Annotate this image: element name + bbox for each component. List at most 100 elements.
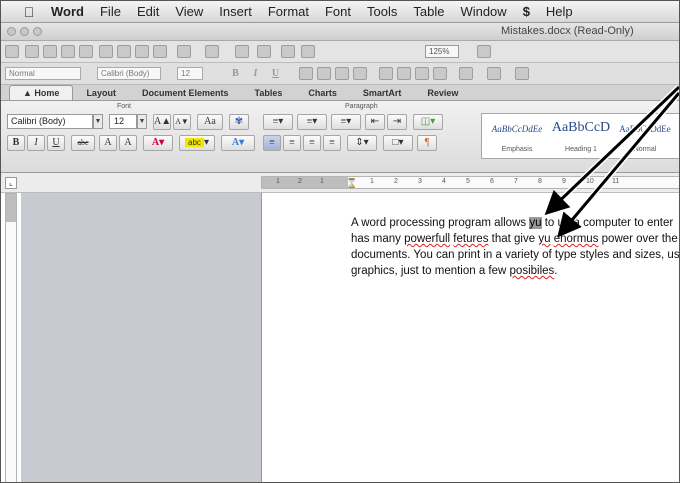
misspelling-posibiles[interactable]: posibiles (510, 265, 555, 277)
font-name-dropdown-icon[interactable]: ▼ (93, 114, 103, 129)
shrink-font-button[interactable]: A▼ (173, 114, 191, 130)
zoom-field[interactable]: 125% (425, 45, 459, 58)
indent-marker-icon[interactable]: ⌛ (346, 178, 357, 189)
menu-insert[interactable]: Insert (211, 4, 260, 19)
tab-review[interactable]: Review (414, 88, 471, 100)
align-center-icon[interactable] (317, 67, 331, 80)
change-case-button[interactable]: Aa (197, 114, 223, 130)
print-icon[interactable] (79, 45, 93, 58)
font-color-button-icon[interactable]: A▾ (221, 135, 255, 151)
decrease-indent-icon[interactable] (415, 67, 429, 80)
bold-toolbar-button[interactable]: B (229, 67, 242, 80)
increase-indent-icon[interactable] (433, 67, 447, 80)
paste-icon[interactable] (135, 45, 149, 58)
justify-button-icon[interactable]: ≡ (323, 135, 341, 151)
numbering-button-icon[interactable]: ≡▾ (297, 114, 327, 130)
gallery-icon[interactable] (301, 45, 315, 58)
document-body[interactable]: A word processing program allows yu to u… (351, 215, 679, 279)
numbering-icon[interactable] (379, 67, 393, 80)
bullets-button-icon[interactable]: ≡▾ (263, 114, 293, 130)
show-formatting-icon[interactable] (235, 45, 249, 58)
sidebar-icon[interactable] (257, 45, 271, 58)
redo-icon[interactable] (205, 45, 219, 58)
align-center-button-icon[interactable]: ≡ (283, 135, 301, 151)
align-left-icon[interactable] (299, 67, 313, 80)
increase-indent-button-icon[interactable]: ⇥ (387, 114, 407, 130)
menu-help[interactable]: Help (538, 4, 581, 19)
save-icon[interactable] (61, 45, 75, 58)
bold-button[interactable]: B (7, 135, 25, 151)
align-right-button-icon[interactable]: ≡ (303, 135, 321, 151)
borders-icon[interactable] (459, 67, 473, 80)
tab-smartart[interactable]: SmartArt (350, 88, 415, 100)
app-menu[interactable]: Word (43, 4, 92, 19)
templates-icon[interactable] (25, 45, 39, 58)
menu-format[interactable]: Format (260, 4, 317, 19)
style-heading-1[interactable]: AaBbCcD Heading 1 (550, 116, 612, 156)
underline-button[interactable]: U (47, 135, 65, 151)
columns-icon[interactable]: ◫▾ (413, 114, 443, 130)
cut-icon[interactable] (99, 45, 113, 58)
highlight-color-icon[interactable]: abc ▾ (179, 135, 215, 151)
menu-table[interactable]: Table (405, 4, 452, 19)
superscript-button[interactable]: A (99, 135, 117, 151)
tab-home[interactable]: ▲ Home (9, 85, 74, 100)
open-icon[interactable] (43, 45, 57, 58)
zoom-window-icon[interactable] (33, 27, 42, 36)
tab-charts[interactable]: Charts (295, 88, 350, 100)
strikethrough-button[interactable]: abc (71, 135, 95, 151)
copy-icon[interactable] (117, 45, 131, 58)
subscript-button[interactable]: A (119, 135, 137, 151)
font-field[interactable]: Calibri (Body) (97, 67, 161, 80)
align-left-button-icon[interactable]: ≡ (263, 135, 281, 151)
font-size-dropdown-icon[interactable]: ▼ (137, 114, 147, 129)
new-document-icon[interactable] (5, 45, 19, 58)
italic-toolbar-button[interactable]: I (249, 67, 262, 80)
style-field[interactable]: Normal (5, 67, 81, 80)
clear-formatting-icon[interactable]: ✾ (229, 114, 249, 130)
tab-layout[interactable]: Layout (73, 88, 129, 100)
menu-view[interactable]: View (167, 4, 211, 19)
line-spacing-icon[interactable]: ⇕▾ (347, 135, 377, 151)
misspelling-enormus[interactable]: enormus (554, 233, 599, 245)
menu-file[interactable]: File (92, 4, 129, 19)
misspelling-fetures[interactable]: fetures (453, 233, 488, 245)
undo-icon[interactable] (177, 45, 191, 58)
menu-tools[interactable]: Tools (359, 4, 405, 19)
tab-selector-icon[interactable]: ⌞ (5, 177, 17, 189)
tab-document-elements[interactable]: Document Elements (129, 88, 242, 100)
text-effects-icon[interactable]: A▾ (143, 135, 173, 151)
horizontal-ruler[interactable]: 1 2 1 ⌛ 1 2 3 4 5 6 7 8 9 10 11 (261, 176, 679, 189)
font-size-combo[interactable]: 12 (109, 114, 137, 129)
highlight-icon[interactable] (487, 67, 501, 80)
apple-menu-icon[interactable]:  (15, 4, 43, 20)
minimize-window-icon[interactable] (20, 27, 29, 36)
misspelling-yu[interactable]: yu (538, 233, 550, 245)
decrease-indent-button-icon[interactable]: ⇤ (365, 114, 385, 130)
selected-misspelling-yu[interactable]: yu (529, 217, 542, 229)
font-color-icon[interactable] (515, 67, 529, 80)
font-name-combo[interactable]: Calibri (Body) (7, 114, 93, 129)
style-normal[interactable]: AaBbCcDdEe Normal (614, 116, 676, 156)
bullets-icon[interactable] (397, 67, 411, 80)
multilevel-list-icon[interactable]: ≡▾ (331, 114, 361, 130)
menu-font[interactable]: Font (317, 4, 359, 19)
justify-icon[interactable] (353, 67, 367, 80)
style-emphasis[interactable]: AaBbCcDdEe Emphasis (486, 116, 548, 156)
underline-toolbar-button[interactable]: U (269, 67, 282, 80)
align-right-icon[interactable] (335, 67, 349, 80)
size-field[interactable]: 12 (177, 67, 203, 80)
grow-font-button[interactable]: A▲ (153, 114, 171, 130)
toolbox-icon[interactable] (281, 45, 295, 58)
misspelling-powerfull[interactable]: powerfull (404, 233, 450, 245)
script-menu-icon[interactable]: $ (515, 4, 538, 19)
vertical-ruler[interactable] (5, 193, 17, 482)
italic-button[interactable]: I (27, 135, 45, 151)
tab-tables[interactable]: Tables (241, 88, 295, 100)
show-paragraph-marks-icon[interactable]: ¶ (417, 135, 437, 151)
help-icon[interactable] (477, 45, 491, 58)
format-painter-icon[interactable] (153, 45, 167, 58)
close-window-icon[interactable] (7, 27, 16, 36)
menu-window[interactable]: Window (452, 4, 514, 19)
menu-edit[interactable]: Edit (129, 4, 167, 19)
